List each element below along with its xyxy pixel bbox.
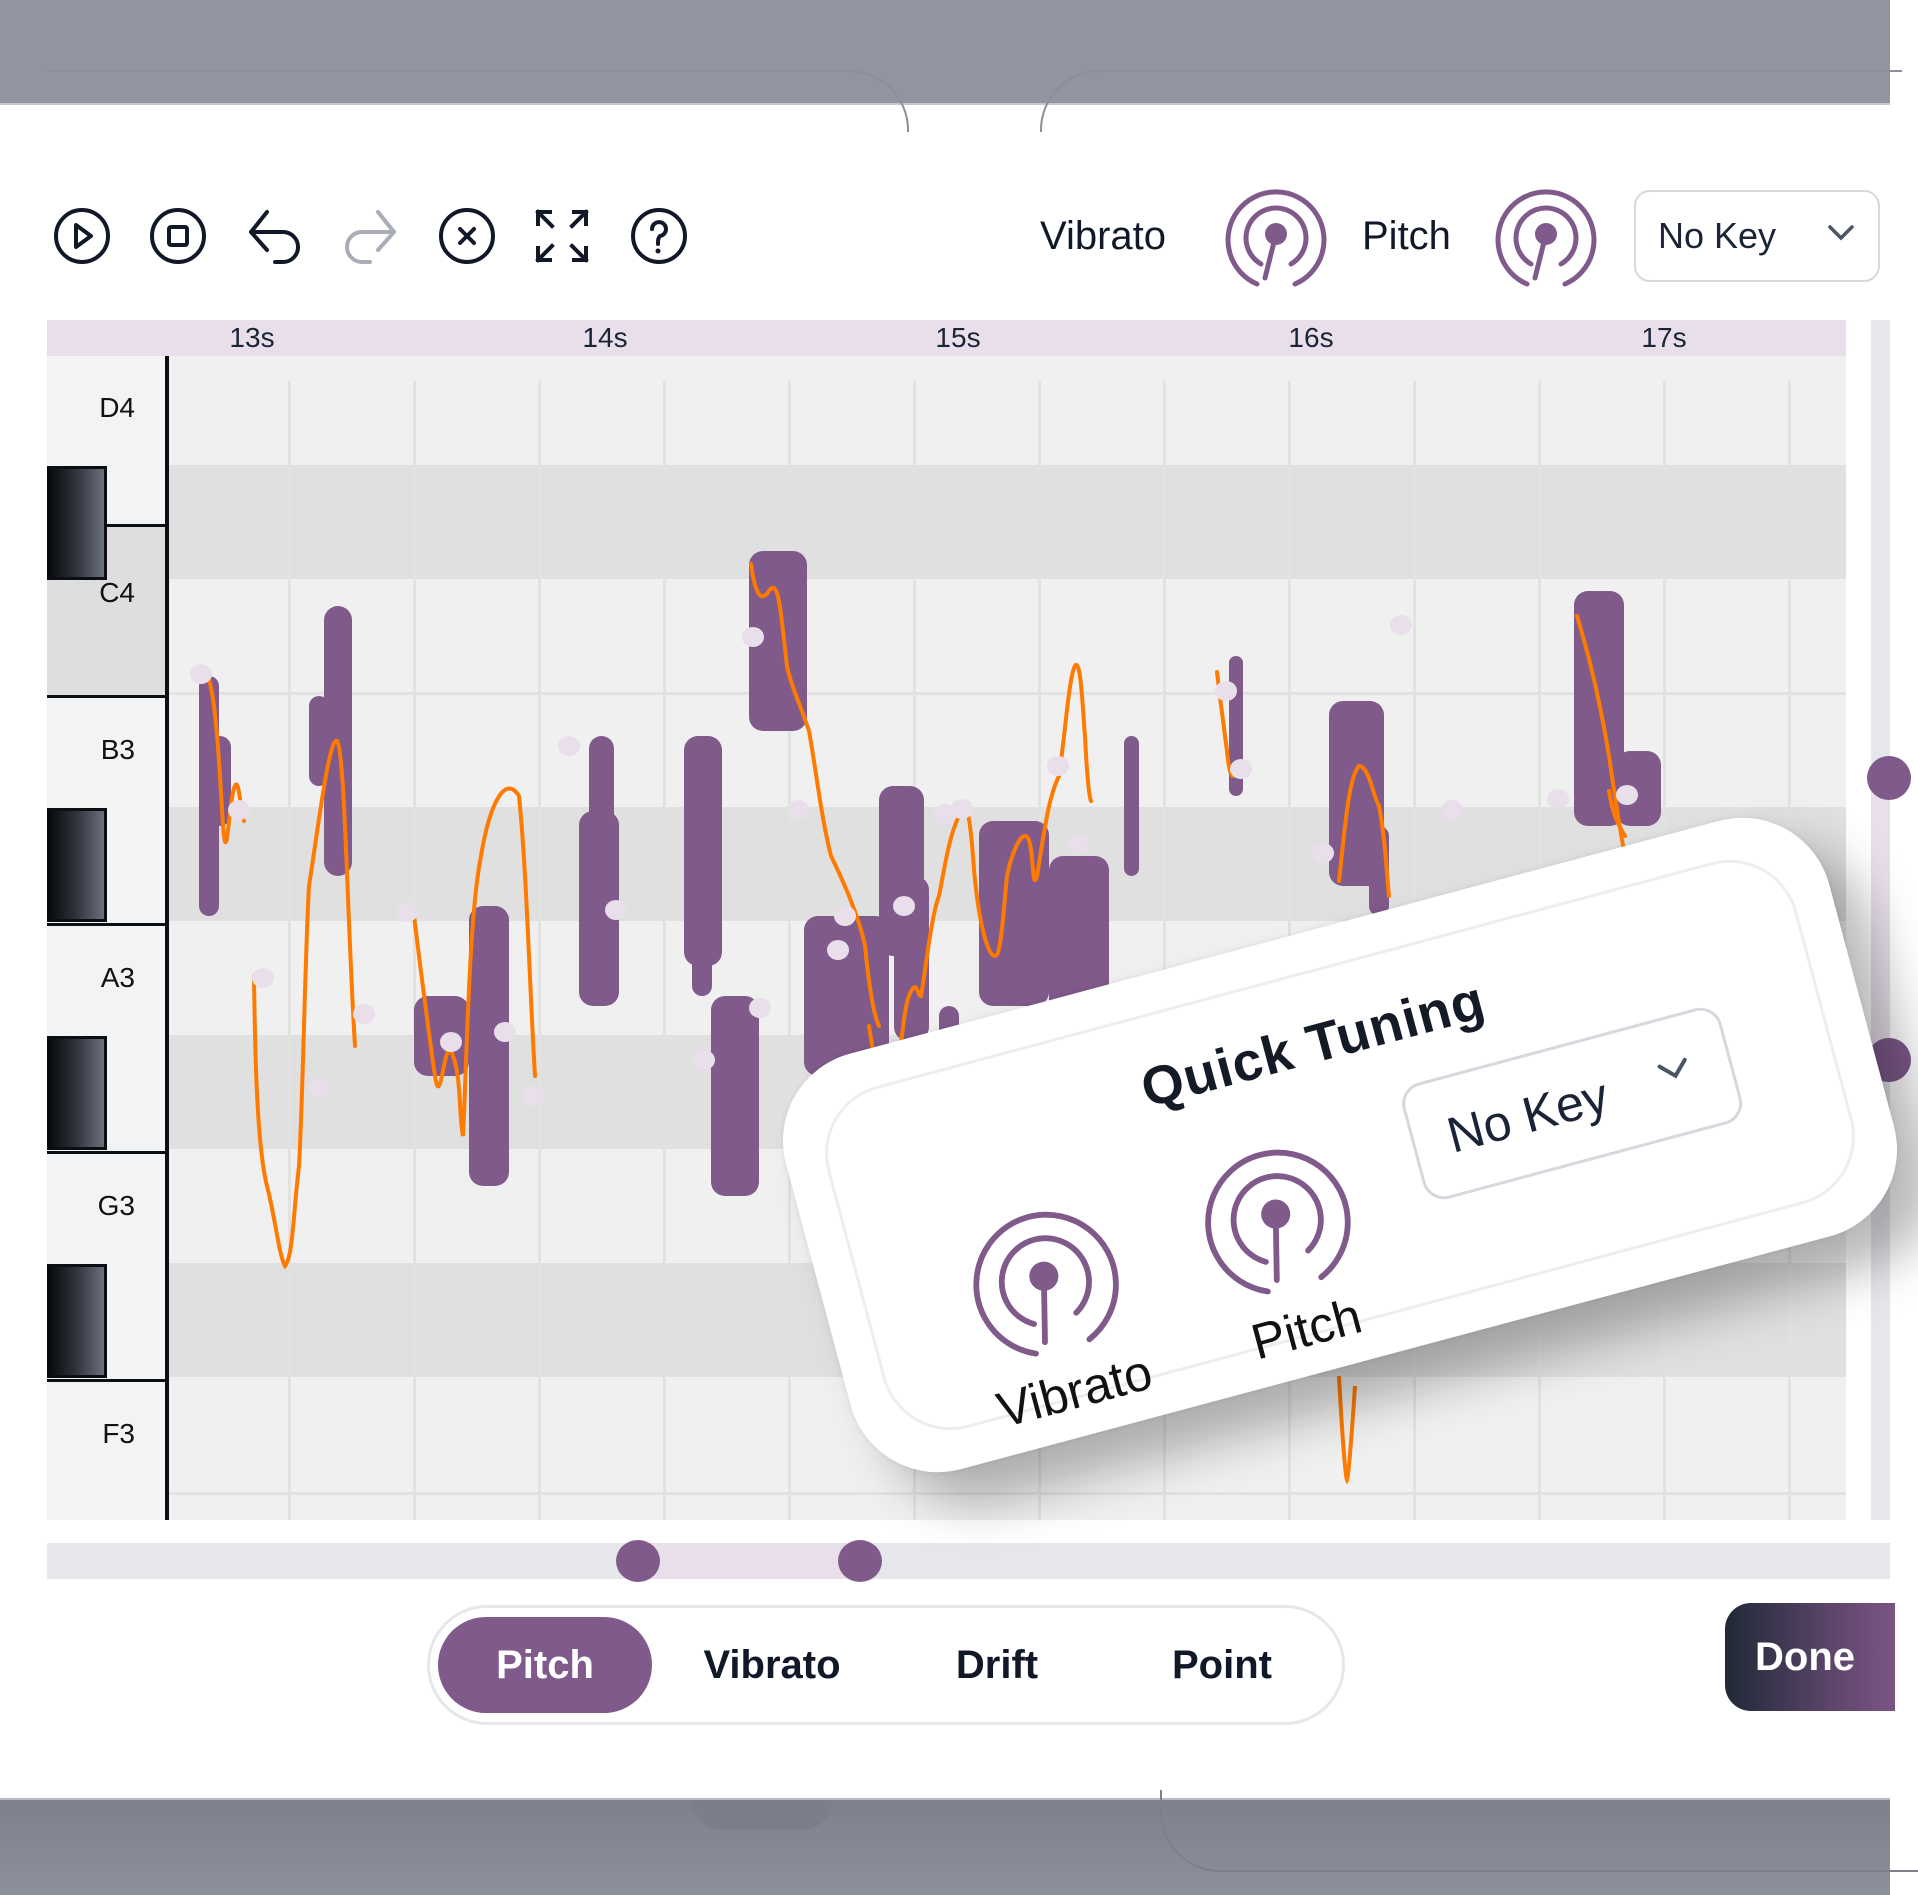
- vertical-scrollbar[interactable]: [1867, 320, 1911, 1520]
- pitch-node[interactable]: [893, 896, 915, 916]
- chevron-down-icon: [1657, 1057, 1687, 1079]
- pitch-node[interactable]: [1390, 615, 1412, 635]
- pitch-node[interactable]: [605, 900, 627, 920]
- vibrato-knob[interactable]: [1221, 184, 1331, 288]
- piano-key-label: A3: [100, 962, 135, 993]
- pitch-node[interactable]: [308, 1078, 330, 1098]
- play-button[interactable]: [52, 206, 112, 266]
- background-overlay-bottom: [0, 1790, 1918, 1895]
- pitch-node[interactable]: [1547, 789, 1569, 809]
- background-overlay-top: [0, 0, 1902, 132]
- expand-icon: [535, 209, 589, 263]
- timeline-tick: 14s: [582, 322, 628, 353]
- background-panel-left: [47, 70, 909, 132]
- pitch-label: Pitch: [1362, 214, 1451, 258]
- redo-icon: [345, 210, 396, 264]
- pitch-node[interactable]: [834, 906, 856, 926]
- horizontal-scroll-handle-end[interactable]: [838, 1540, 882, 1582]
- pitch-curve[interactable]: [1337, 1375, 1357, 1485]
- undo-button[interactable]: [245, 206, 305, 266]
- tab-drift[interactable]: Drift: [892, 1617, 1102, 1713]
- knob-dot: [1029, 1261, 1059, 1291]
- horizontal-scrollbar[interactable]: [47, 1540, 1890, 1582]
- mode-tabs: Pitch Vibrato Drift Point: [427, 1605, 1345, 1725]
- piano-key-f-sharp-3[interactable]: [47, 1264, 107, 1378]
- pitch-node[interactable]: [1230, 759, 1252, 779]
- pitch-node[interactable]: [228, 800, 250, 820]
- timeline-tick: 13s: [229, 322, 275, 353]
- pitch-node[interactable]: [252, 968, 274, 988]
- waveform-segment: [589, 736, 614, 916]
- pitch-node[interactable]: [190, 664, 212, 684]
- piano-key-g-sharp-3[interactable]: [47, 1036, 107, 1150]
- pitch-node[interactable]: [353, 1004, 375, 1024]
- pitch-node[interactable]: [494, 1022, 516, 1042]
- pitch-node[interactable]: [742, 627, 764, 647]
- pitch-node[interactable]: [749, 998, 771, 1018]
- pitch-node[interactable]: [1047, 756, 1069, 776]
- waveform-segment: [414, 996, 469, 1076]
- tab-vibrato[interactable]: Vibrato: [662, 1617, 882, 1713]
- close-circle-icon: [439, 208, 495, 264]
- chevron-down-icon: [1828, 225, 1854, 241]
- pitch-node[interactable]: [827, 940, 849, 960]
- piano-key-label: G3: [97, 1190, 135, 1221]
- pitch-node[interactable]: [1616, 785, 1638, 805]
- background-pill: [692, 1800, 832, 1830]
- vertical-scroll-handle-top[interactable]: [1867, 756, 1911, 800]
- pitch-node[interactable]: [1067, 835, 1089, 855]
- pitch-node[interactable]: [787, 800, 809, 820]
- waveform-segment: [692, 826, 712, 996]
- background-card: [1160, 1790, 1918, 1872]
- redo-button[interactable]: [340, 206, 400, 266]
- piano-key-c-sharp-4[interactable]: [47, 466, 107, 580]
- pitch-node[interactable]: [1215, 681, 1237, 701]
- waveform-segment: [1124, 736, 1139, 876]
- piano-keyboard: D4 C4 B3 A3 G3 F3: [47, 356, 169, 1520]
- clear-button[interactable]: [437, 206, 497, 266]
- vertical-scroll-range[interactable]: [1871, 778, 1890, 1060]
- horizontal-scroll-range[interactable]: [638, 1543, 860, 1579]
- knob-dot: [1535, 223, 1557, 245]
- timeline-ruler[interactable]: 13s 14s 15s 16s 17s: [47, 320, 1846, 356]
- knob-dot: [1265, 223, 1287, 245]
- piano-key-label: B3: [100, 734, 135, 765]
- waveform-segment: [711, 996, 759, 1196]
- timeline-tick: 16s: [1288, 322, 1334, 353]
- pitch-node[interactable]: [1441, 800, 1463, 820]
- pitch-node[interactable]: [951, 799, 973, 819]
- piano-key-label: C4: [99, 577, 135, 608]
- timeline-tick: 15s: [935, 322, 981, 353]
- fullscreen-button[interactable]: [532, 206, 592, 266]
- background-panel-right: [1040, 70, 1902, 132]
- key-select[interactable]: No Key: [1634, 190, 1880, 282]
- pitch-node[interactable]: [440, 1032, 462, 1052]
- piano-key-a-sharp-3[interactable]: [47, 808, 107, 922]
- done-button[interactable]: Done: [1725, 1603, 1895, 1711]
- stop-button[interactable]: [148, 206, 208, 266]
- pitch-knob[interactable]: [1491, 184, 1601, 288]
- pitch-node[interactable]: [396, 902, 418, 922]
- key-select-value: No Key: [1658, 215, 1777, 256]
- vibrato-label: Vibrato: [1040, 214, 1167, 258]
- tab-point[interactable]: Point: [1112, 1617, 1332, 1713]
- piano-key-label: D4: [99, 392, 135, 423]
- knob-dot: [1261, 1199, 1291, 1229]
- help-circle-icon: [631, 208, 687, 264]
- undo-icon: [249, 210, 300, 264]
- piano-key-f3[interactable]: F3: [47, 1382, 165, 1520]
- horizontal-scroll-handle-start[interactable]: [616, 1540, 660, 1582]
- piano-key-label: F3: [102, 1418, 135, 1449]
- stop-circle-icon: [150, 208, 206, 264]
- pitch-node[interactable]: [1312, 843, 1334, 863]
- help-button[interactable]: [629, 206, 689, 266]
- pitch-node[interactable]: [522, 1086, 544, 1106]
- tab-pitch[interactable]: Pitch: [438, 1617, 652, 1713]
- quick-tuning-key-value: No Key: [1441, 1067, 1615, 1164]
- pitch-node[interactable]: [693, 1050, 715, 1070]
- timeline-tick: 17s: [1641, 322, 1687, 353]
- pitch-node[interactable]: [558, 736, 580, 756]
- play-circle-icon: [54, 208, 110, 264]
